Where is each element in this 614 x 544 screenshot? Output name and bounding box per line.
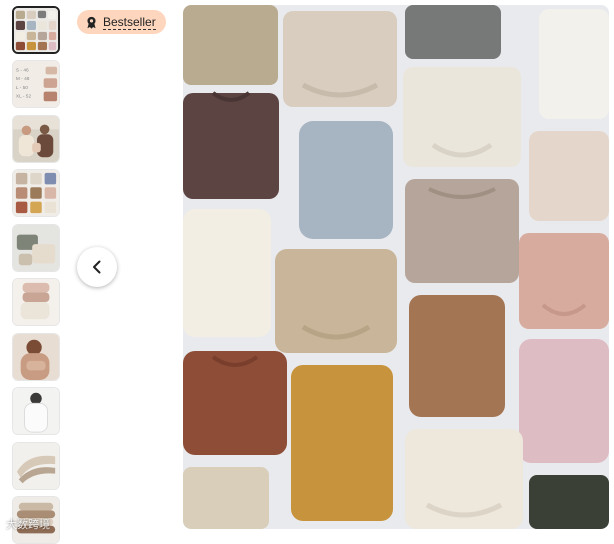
thumbnail-5-image [13, 225, 59, 271]
chevron-left-icon [93, 260, 101, 274]
thumbnail-3[interactable] [12, 115, 60, 163]
sweater-flatlay-photo [183, 5, 609, 529]
thumbnail-7[interactable] [12, 333, 60, 381]
bestseller-label: Bestseller [103, 14, 156, 30]
thumbnail-4[interactable] [12, 169, 60, 217]
thumbnail-9[interactable] [12, 442, 60, 490]
thumbnail-6-image [13, 279, 59, 325]
main-product-image [183, 5, 609, 529]
bestseller-badge[interactable]: Bestseller [77, 10, 166, 34]
thumbnail-7-image [13, 334, 59, 380]
thumbnail-6[interactable] [12, 278, 60, 326]
thumbnail-1-image [14, 8, 58, 52]
thumbnail-2-image: S - 46 M - 48 L - 50 XL - 52 [13, 61, 59, 107]
award-ribbon-icon [87, 16, 96, 29]
thumbnail-2[interactable]: S - 46 M - 48 L - 50 XL - 52 [12, 60, 60, 108]
thumbnail-9-image [13, 443, 59, 489]
thumbnail-8[interactable] [12, 387, 60, 435]
thumbnail-1[interactable] [12, 6, 60, 54]
size-line-4: XL - 52 [16, 93, 32, 99]
thumbnail-5[interactable] [12, 224, 60, 272]
thumbnail-3-image [13, 116, 59, 162]
previous-image-button[interactable] [77, 247, 117, 287]
thumbnail-8-image [13, 388, 59, 434]
watermark: 大数跨境 [6, 519, 50, 531]
size-line-3: L - 50 [16, 85, 28, 91]
size-line-1: S - 46 [16, 68, 29, 74]
thumbnail-4-image [13, 170, 59, 216]
size-line-2: M - 48 [16, 76, 30, 82]
